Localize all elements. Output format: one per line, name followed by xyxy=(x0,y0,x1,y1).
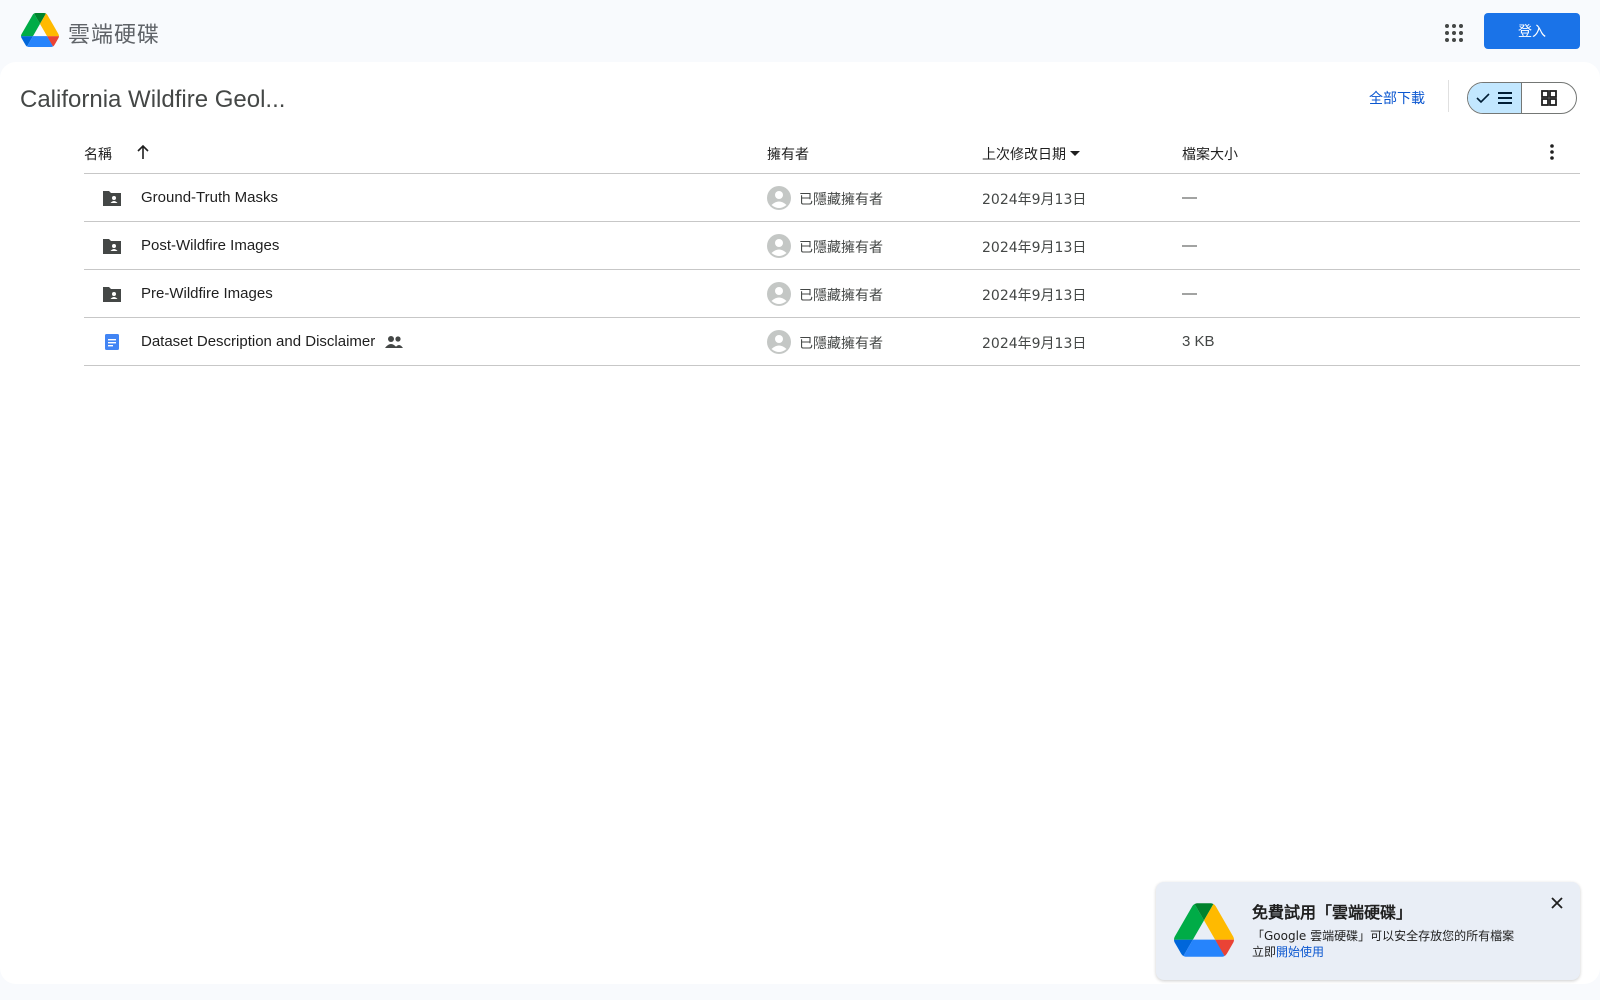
owner-avatar-icon xyxy=(767,282,791,306)
table-body: Ground-Truth Masks 已隱藏擁有者 2024年9月13日 — Post-… xyxy=(84,174,1580,366)
check-icon xyxy=(1475,93,1490,104)
sign-in-button[interactable]: 登入 xyxy=(1484,13,1580,49)
promo-description: 「Google 雲端硬碟」可以安全存放您的所有檔案 xyxy=(1252,929,1515,943)
divider xyxy=(1448,80,1449,112)
view-toggle xyxy=(1467,82,1577,114)
folder-title: California Wildfire Geol... xyxy=(20,86,286,113)
modified-date: 2024年9月13日 xyxy=(982,192,1087,208)
main-panel: California Wildfire Geol... 全部下載 名稱 擁有者 … xyxy=(0,62,1600,984)
promo-cta-line: 立即開始使用 xyxy=(1252,944,1552,960)
promo-title: 免費試用「雲端硬碟」 xyxy=(1252,903,1413,922)
promo-body: 「Google 雲端硬碟」可以安全存放您的所有檔案 立即開始使用 xyxy=(1252,928,1552,960)
owner-name: 已隱藏擁有者 xyxy=(799,192,883,208)
shared-folder-icon xyxy=(102,284,122,304)
table-row[interactable]: Post-Wildfire Images 已隱藏擁有者 2024年9月13日 — xyxy=(84,222,1580,270)
file-name[interactable]: Ground-Truth Masks xyxy=(141,189,278,206)
modified-date: 2024年9月13日 xyxy=(982,288,1087,304)
promo-cta-prefix: 立即 xyxy=(1252,945,1277,959)
file-size: — xyxy=(1182,285,1197,302)
modified-date: 2024年9月13日 xyxy=(982,240,1087,256)
shared-folder-icon xyxy=(102,236,122,256)
close-icon[interactable] xyxy=(1550,896,1564,910)
app-name[interactable]: 雲端硬碟 xyxy=(68,17,160,49)
sort-descending-icon[interactable] xyxy=(1069,150,1081,158)
owner-avatar-icon xyxy=(767,234,791,258)
google-drive-logo[interactable] xyxy=(21,13,59,47)
apps-grid-icon[interactable] xyxy=(1439,17,1467,45)
grid-icon xyxy=(1541,90,1557,106)
file-size: — xyxy=(1182,237,1197,254)
table-header: 名稱 擁有者 上次修改日期 檔案大小 xyxy=(84,132,1580,174)
file-name[interactable]: Pre-Wildfire Images xyxy=(141,285,273,302)
file-size: 3 KB xyxy=(1182,333,1215,350)
list-icon xyxy=(1497,92,1512,104)
more-options-icon[interactable] xyxy=(1542,142,1562,162)
google-drive-logo xyxy=(1174,903,1234,957)
sort-ascending-icon[interactable] xyxy=(136,144,150,160)
shared-people-icon xyxy=(385,334,403,350)
owner-avatar-icon xyxy=(767,186,791,210)
modified-date: 2024年9月13日 xyxy=(982,336,1087,352)
promo-card: 免費試用「雲端硬碟」 「Google 雲端硬碟」可以安全存放您的所有檔案 立即開… xyxy=(1156,882,1580,980)
owner-name: 已隱藏擁有者 xyxy=(799,240,883,256)
table-row[interactable]: Ground-Truth Masks 已隱藏擁有者 2024年9月13日 — xyxy=(84,174,1580,222)
google-docs-icon xyxy=(102,332,122,352)
file-name[interactable]: Dataset Description and Disclaimer xyxy=(141,333,375,350)
get-started-link[interactable]: 開始使用 xyxy=(1276,945,1324,959)
file-size: — xyxy=(1182,189,1197,206)
table-row[interactable]: Pre-Wildfire Images 已隱藏擁有者 2024年9月13日 — xyxy=(84,270,1580,318)
file-table: 名稱 擁有者 上次修改日期 檔案大小 Ground-Truth Masks 已隱藏… xyxy=(84,132,1580,366)
shared-folder-icon xyxy=(102,188,122,208)
column-name-header[interactable]: 名稱 xyxy=(84,144,112,164)
grid-view-button[interactable] xyxy=(1522,83,1576,113)
column-modified-header[interactable]: 上次修改日期 xyxy=(982,144,1066,164)
table-row[interactable]: Dataset Description and Disclaimer 已隱藏擁有者… xyxy=(84,318,1580,366)
list-view-button[interactable] xyxy=(1468,83,1523,113)
column-owner-header[interactable]: 擁有者 xyxy=(767,144,809,164)
top-bar: 雲端硬碟 登入 xyxy=(0,0,1600,62)
owner-name: 已隱藏擁有者 xyxy=(799,288,883,304)
column-size-header[interactable]: 檔案大小 xyxy=(1182,144,1238,164)
download-all-button[interactable]: 全部下載 xyxy=(1369,88,1425,108)
owner-avatar-icon xyxy=(767,330,791,354)
file-name[interactable]: Post-Wildfire Images xyxy=(141,237,279,254)
owner-name: 已隱藏擁有者 xyxy=(799,336,883,352)
